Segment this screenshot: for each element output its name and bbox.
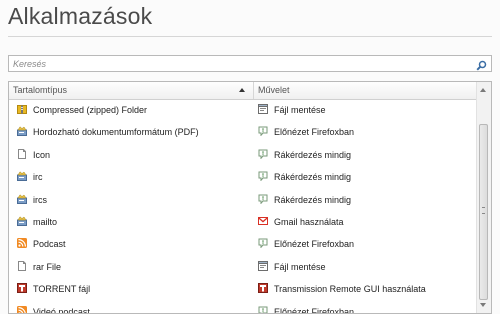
scroll-down-icon[interactable] xyxy=(480,303,486,307)
content-type-label: TORRENT fájl xyxy=(33,284,91,295)
content-type-cell: TORRENT fájl xyxy=(17,278,247,300)
table-row[interactable]: Compressed (zipped) Folder Fájl mentése xyxy=(9,99,477,121)
document-app-icon xyxy=(17,171,27,182)
content-type-label: Videó podcast xyxy=(33,306,90,314)
search-icon[interactable] xyxy=(476,58,487,71)
action-select[interactable]: Gmail használata xyxy=(258,211,473,233)
column-header-action[interactable]: Művelet xyxy=(254,82,477,99)
scrollbar-thumb[interactable] xyxy=(479,124,488,300)
document-app-icon xyxy=(17,126,27,137)
action-label: Fájl mentése xyxy=(274,261,326,272)
sort-ascending-icon xyxy=(239,88,245,92)
torrent-icon xyxy=(258,283,268,294)
table-row[interactable]: irc Rákérdezés mindig xyxy=(9,166,477,188)
content-type-cell: Hordozható dokumentumformátum (PDF) xyxy=(17,121,247,143)
table-row[interactable]: rar File Fájl mentése xyxy=(9,256,477,278)
content-type-cell: Icon xyxy=(17,144,247,166)
document-app-icon xyxy=(17,216,27,226)
action-select[interactable]: Rákérdezés mindig xyxy=(258,189,473,211)
ask-speech-icon xyxy=(258,126,268,137)
scroll-up-icon[interactable] xyxy=(480,88,486,92)
content-type-cell: Compressed (zipped) Folder xyxy=(17,99,247,121)
action-label: Fájl mentése xyxy=(274,105,326,115)
content-type-label: ircs xyxy=(33,194,47,205)
action-select[interactable]: Előnézet Firefoxban xyxy=(258,233,473,255)
table-body: Compressed (zipped) Folder Fájl mentése Ho… xyxy=(9,99,477,314)
blank-file-icon xyxy=(17,148,27,159)
content-type-label: mailto xyxy=(33,216,58,227)
content-type-label: irc xyxy=(33,172,43,183)
zip-folder-icon xyxy=(17,104,27,114)
table-row[interactable]: Icon Rákérdezés mindig xyxy=(9,144,477,166)
content-type-label: Hordozható dokumentumformátum (PDF) xyxy=(33,127,199,138)
table-row[interactable]: Hordozható dokumentumformátum (PDF) Előné… xyxy=(9,121,477,143)
action-label: Rákérdezés mindig xyxy=(274,194,352,205)
search-box[interactable] xyxy=(8,55,492,72)
blank-file-icon xyxy=(17,260,27,271)
vertical-scrollbar[interactable] xyxy=(476,82,491,313)
grip-icon xyxy=(482,207,485,214)
table-row[interactable]: Podcast Előnézet Firefoxban xyxy=(9,233,477,255)
rss-feed-icon xyxy=(17,238,27,249)
search-input[interactable] xyxy=(9,56,473,71)
applications-table: Tartalomtípus Művelet Compressed (zipped… xyxy=(8,81,492,314)
action-label: Rákérdezés mindig xyxy=(274,149,352,160)
action-label: Rákérdezés mindig xyxy=(274,172,352,183)
content-type-label: Podcast xyxy=(33,239,66,250)
table-row[interactable]: mailto Gmail használata xyxy=(9,211,477,233)
content-type-cell: Videó podcast xyxy=(17,301,247,314)
ask-speech-icon xyxy=(258,306,268,313)
action-select[interactable]: Transmission Remote GUI használata xyxy=(258,278,473,300)
table-row[interactable]: Videó podcast Előnézet Firefoxban xyxy=(9,301,477,314)
content-type-cell: mailto xyxy=(17,211,247,233)
action-label: Előnézet Firefoxban xyxy=(274,127,355,138)
content-type-cell: Podcast xyxy=(17,233,247,255)
table-row[interactable]: TORRENT fájl Transmission Remote GUI hasz… xyxy=(9,278,477,300)
action-select[interactable]: Fájl mentése xyxy=(258,99,473,121)
document-app-icon xyxy=(17,193,27,204)
rss-feed-icon xyxy=(17,305,27,313)
action-select[interactable]: Előnézet Firefoxban xyxy=(258,301,473,314)
content-type-label: Icon xyxy=(33,149,51,160)
title-divider xyxy=(8,36,492,37)
content-type-label: rar File xyxy=(33,261,62,272)
save-file-icon xyxy=(258,104,268,114)
action-label: Előnézet Firefoxban xyxy=(274,306,355,314)
torrent-icon xyxy=(17,283,27,294)
content-type-cell: ircs xyxy=(17,189,247,211)
content-type-cell: rar File xyxy=(17,256,247,278)
action-label: Transmission Remote GUI használata xyxy=(274,284,426,295)
gmail-icon xyxy=(258,216,268,226)
content-type-cell: irc xyxy=(17,166,247,188)
save-file-icon xyxy=(258,260,268,271)
table-header: Tartalomtípus Művelet xyxy=(9,82,477,100)
action-select[interactable]: Rákérdezés mindig xyxy=(258,144,473,166)
table-row[interactable]: ircs Rákérdezés mindig xyxy=(9,189,477,211)
action-select[interactable]: Előnézet Firefoxban xyxy=(258,121,473,143)
content-type-label: Compressed (zipped) Folder xyxy=(33,105,148,115)
page-title: Alkalmazások xyxy=(8,3,153,29)
action-label: Gmail használata xyxy=(274,216,344,227)
ask-speech-icon xyxy=(258,171,268,182)
column-header-content-type[interactable]: Tartalomtípus xyxy=(9,82,254,99)
action-label: Előnézet Firefoxban xyxy=(274,239,355,250)
action-select[interactable]: Fájl mentése xyxy=(258,256,473,278)
ask-speech-icon xyxy=(258,149,268,159)
ask-speech-icon xyxy=(258,238,268,249)
action-select[interactable]: Rákérdezés mindig xyxy=(258,166,473,188)
ask-speech-icon xyxy=(258,194,268,204)
